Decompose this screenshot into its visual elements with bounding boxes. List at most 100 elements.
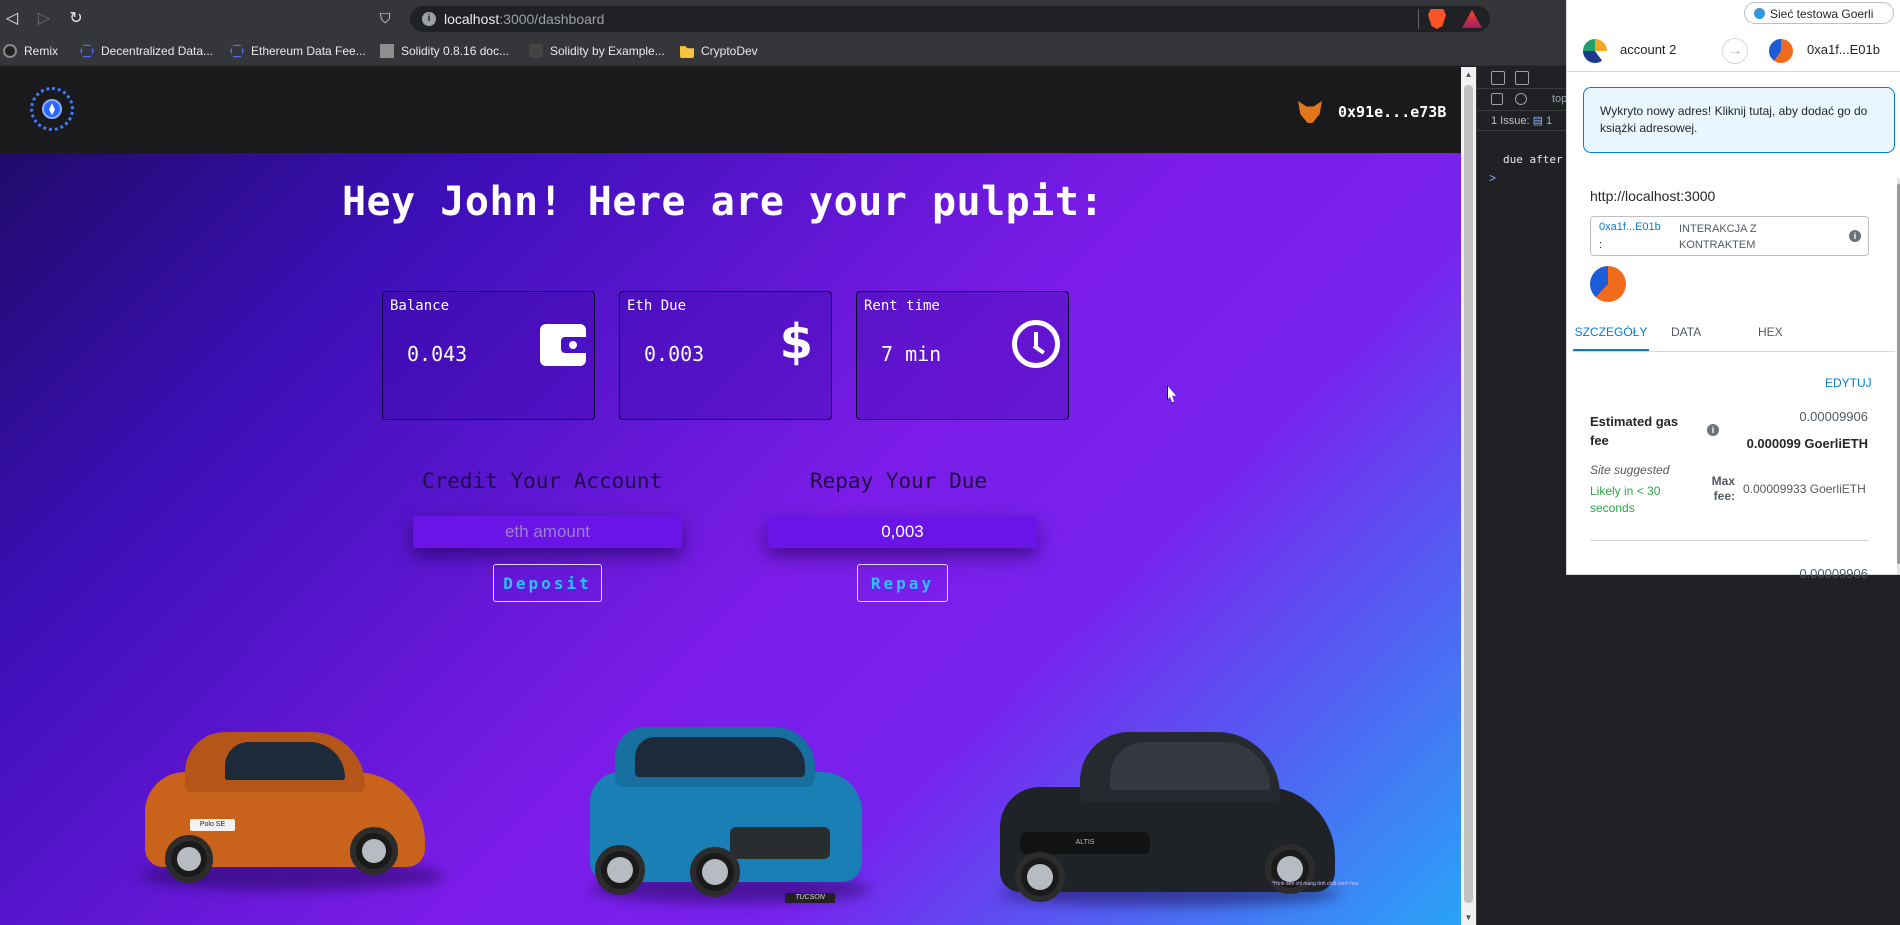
wallet-icon [540,324,587,366]
solidity-icon [529,44,543,58]
site-info-icon[interactable]: i [422,12,436,26]
deposit-amount-input[interactable] [413,516,682,548]
console-prompt[interactable]: > [1489,171,1496,185]
car-window [225,742,345,780]
bookmark-solidity-docs[interactable]: Solidity 0.8.16 doc... [380,44,509,58]
car-blue-suv-image[interactable]: TUCSON [590,727,870,925]
edit-gas-button[interactable]: EDYTUJ [1825,376,1872,390]
page-scrollbar[interactable]: ▲ ▼ [1461,67,1476,925]
document-icon [380,44,394,58]
scroll-down-icon[interactable]: ▼ [1464,913,1473,922]
bookmark-page-icon[interactable]: ⛉ [380,10,396,28]
inspect-element-icon[interactable] [1491,71,1505,85]
to-account-avatar [1769,39,1793,63]
dollar-icon: $ [779,314,813,370]
issues-link[interactable]: 1 Issue: ▤ 1 [1491,114,1552,127]
ethereum-logo-icon[interactable] [30,87,74,131]
connected-wallet-address[interactable]: 0x91e...e73B [1338,103,1446,121]
network-name: Sieć testowa Goerli [1770,7,1874,21]
gas-fee-label: Estimated gas fee [1590,414,1679,448]
repay-button[interactable]: Repay [857,564,948,602]
contract-address-link[interactable]: 0xa1f...E01b [1599,221,1671,233]
transaction-tabs: SZCZEGÓŁY DATA HEX [1573,320,1895,352]
deposit-button[interactable]: Deposit [493,564,602,602]
browser-toolbar: ◁ ▷ ↻ ⛉ i localhost:3000/dashboard [0,0,1568,38]
info-icon[interactable]: i [1849,230,1861,242]
forward-icon[interactable]: ▷ [34,9,54,29]
request-origin: http://localhost:3000 [1590,188,1716,204]
stat-value: 0.043 [407,342,468,366]
contract-colon: : [1599,239,1603,251]
disclaimer-text: *Hình ảnh chỉ mang tính chất minh họa [1272,881,1359,887]
car-grille: ALTIS [1020,832,1150,854]
bookmark-solidity-by-example[interactable]: Solidity by Example... [529,44,665,58]
tab-data[interactable]: DATA [1671,325,1701,351]
gas-fee-fiat: 0.00009906 [1799,409,1868,424]
car-wheel [1015,852,1065,902]
stat-title: Eth Due [627,298,687,314]
url-text[interactable]: localhost:3000/dashboard [444,11,604,27]
car-black-sedan-image[interactable]: ALTIS [1000,732,1340,925]
total-fee-partial: 0.00009906 [1799,566,1868,581]
balance-card: Balance 0.043 [382,291,595,420]
car-wheel [595,845,645,895]
tab-details[interactable]: SZCZEGÓŁY [1573,325,1649,351]
bookmark-folder-cryptodev[interactable]: CryptoDev [680,44,758,58]
hexagon-icon [230,44,244,58]
arrow-right-icon: → [1722,38,1748,64]
url-path: :3000/dashboard [499,11,605,27]
issues-count: 1 [1546,115,1553,127]
ethereum-diamond-icon [49,103,55,115]
console-log-line: due after [1503,153,1563,166]
rent-time-card: Rent time 7 min [856,291,1069,420]
issues-badge: ▤ 1 [1532,115,1553,127]
bookmarks-bar: Remix Decentralized Data... Ethereum Dat… [0,38,1568,66]
context-selector[interactable]: top [1552,93,1567,105]
back-icon[interactable]: ◁ [2,9,22,29]
network-dot-icon [1754,8,1765,19]
dashboard-page: 0x91e...e73B Hey John! Here are your pul… [0,67,1461,925]
scroll-up-icon[interactable]: ▲ [1464,70,1473,79]
metamask-popup: Sieć testowa Goerli account 2 → 0xa1f...… [1566,0,1900,581]
contract-interaction-box: 0xa1f...E01b : INTERAKCJA Z KONTRAKTEM i [1590,216,1869,256]
app-header: 0x91e...e73B [0,67,1461,153]
clear-console-icon[interactable] [1515,93,1527,105]
network-selector[interactable]: Sieć testowa Goerli [1744,2,1894,24]
from-account-name[interactable]: account 2 [1620,42,1676,57]
car-wheel [165,835,213,883]
clock-icon [1012,320,1060,368]
sidebar-toggle-icon[interactable] [1491,93,1503,105]
gas-fee-amount: 0.000099 GoerliETH [1746,436,1868,451]
hexagon-icon [80,44,94,58]
remix-icon [3,44,17,58]
device-toolbar-icon[interactable] [1515,71,1529,85]
repay-amount-input[interactable] [768,516,1037,548]
to-account-address[interactable]: 0xa1f...E01b [1807,42,1880,57]
metamask-fox-icon [1298,101,1322,123]
scrollbar-thumb[interactable] [1464,85,1473,903]
stat-title: Balance [390,298,450,314]
max-fee-label: Max fee: [1711,474,1735,503]
new-address-notice[interactable]: Wykryto nowy adres! Kliknij tutaj, aby d… [1583,87,1895,153]
from-account-avatar [1583,39,1607,63]
address-bar[interactable]: i localhost:3000/dashboard [410,6,1490,32]
reload-icon[interactable]: ↻ [66,9,86,29]
token-identicon [1590,266,1626,302]
credit-section-title: Credit Your Account [422,469,663,493]
divider [1590,540,1869,541]
car-window [1110,742,1270,790]
bookmark-remix[interactable]: Remix [3,44,58,58]
likely-time-estimate: Likely in < 30 seconds [1590,484,1661,515]
gas-info-icon[interactable]: i [1707,424,1719,436]
eth-due-card: Eth Due 0.003 $ [619,291,832,420]
tab-hex[interactable]: HEX [1758,325,1783,351]
car-grille [730,827,830,859]
bookmark-ethereum-data-feeds[interactable]: Ethereum Data Fee... [230,44,366,58]
car-orange-hatchback-image[interactable]: Polo SE [140,727,445,925]
stat-value: 0.003 [644,342,705,366]
url-host: localhost [444,11,500,27]
page-title: Hey John! Here are your pulpit: [341,179,1105,225]
site-suggested-label: Site suggested [1590,463,1670,477]
bookmark-decentralized-data[interactable]: Decentralized Data... [80,44,213,58]
screen: ◁ ▷ ↻ ⛉ i localhost:3000/dashboard Remix… [0,0,1900,925]
